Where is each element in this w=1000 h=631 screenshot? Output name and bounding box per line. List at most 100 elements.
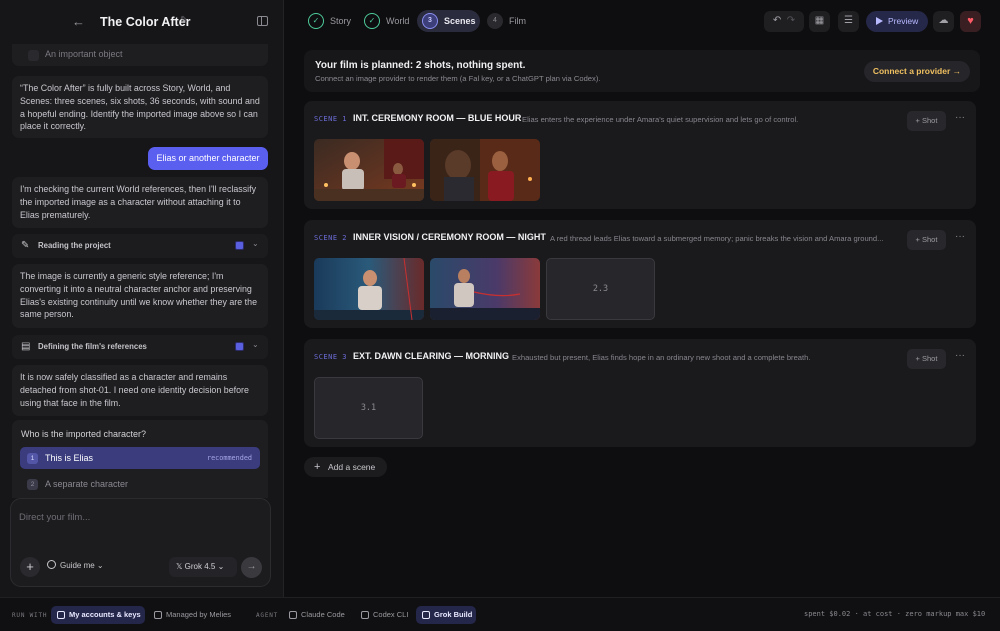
question-text: Who is the imported character?	[21, 429, 147, 439]
shot-thumbnail[interactable]	[430, 258, 540, 320]
chat-panel: ← The Color After ✎ An important object …	[0, 0, 284, 597]
sidebar-toggle-icon[interactable]	[257, 16, 268, 26]
guide-me-dropdown[interactable]: Guide me ⌄	[47, 560, 104, 570]
step-label: Defining the film's references	[38, 342, 147, 351]
chat-header: ← The Color After ✎	[0, 0, 284, 44]
option-label: This is Elias	[45, 453, 94, 463]
shot-image	[314, 258, 424, 320]
option-label: A separate character	[45, 479, 129, 489]
agent-grok-build[interactable]: Grok Build	[416, 606, 476, 624]
managed-label: Managed by Melies	[166, 610, 232, 619]
add-attachment-button[interactable]: +	[20, 557, 40, 577]
agent-claude-code[interactable]: Claude Code	[283, 606, 352, 624]
compass-icon	[47, 560, 56, 569]
option-number: 1	[27, 453, 38, 464]
step-reading-project[interactable]: ✎ Reading the project ⌄	[12, 234, 268, 258]
undo-icon[interactable]: ↶	[773, 15, 781, 26]
check-icon: ✓	[308, 13, 324, 29]
add-scene-label: Add a scene	[328, 462, 376, 472]
option-separate-character[interactable]: 2 A separate character	[20, 473, 260, 495]
key-icon	[57, 611, 65, 619]
film-icon: ▤	[21, 341, 31, 352]
undo-redo-group[interactable]: ↶ ↷	[764, 11, 804, 32]
plus-icon: +	[314, 461, 321, 473]
add-scene-button[interactable]: + Add a scene	[304, 457, 387, 477]
agent-codex-cli[interactable]: Codex CLI	[355, 606, 412, 624]
composer[interactable]: Direct your film... + Guide me ⌄ 𝕏 Grok …	[10, 498, 271, 587]
preview-button[interactable]: Preview	[866, 11, 928, 32]
tab-label: Film	[509, 16, 526, 26]
add-shot-button[interactable]: + Shot	[907, 349, 946, 369]
scene-label: SCENE 1	[314, 115, 348, 123]
scene-description: A red thread leads Elias toward a submer…	[550, 234, 884, 243]
model-selector[interactable]: 𝕏 Grok 4.5 ⌄	[169, 557, 237, 577]
tab-film[interactable]: 4 Film	[482, 10, 532, 32]
previous-option[interactable]: An important object	[12, 44, 268, 66]
step-defining-references[interactable]: ▤ Defining the film's references ⌄	[12, 335, 268, 359]
assistant-message: “The Color After” is fully built across …	[12, 76, 268, 138]
connect-provider-button[interactable]: Connect a provider →	[864, 61, 970, 82]
banner-subtitle: Connect an image provider to render them…	[315, 74, 601, 83]
shot-placeholder[interactable]: 3.1	[314, 377, 423, 439]
option-number: 2	[27, 479, 38, 490]
pencil-icon[interactable]: ✎	[180, 15, 188, 26]
tab-world[interactable]: ✓ World	[359, 10, 413, 32]
managed-button[interactable]: Managed by Melies	[148, 606, 240, 624]
redo-icon[interactable]: ↷	[787, 15, 795, 26]
grid-icon[interactable]: ▦	[809, 11, 830, 32]
option-this-is-elias[interactable]: 1 This is Elias recommended	[20, 447, 260, 469]
assistant-message: It is now safely classified as a charact…	[12, 365, 268, 416]
send-button[interactable]: →	[241, 557, 262, 578]
scene-card: SCENE 3 EXT. DAWN CLEARING — MORNING Exh…	[304, 339, 976, 447]
back-arrow-icon[interactable]: ←	[72, 14, 85, 29]
scene-heading[interactable]: EXT. DAWN CLEARING — MORNING	[353, 351, 509, 361]
spend-status: spent $0.02 · at cost · zero markup max …	[804, 610, 986, 618]
my-accounts-button[interactable]: My accounts & keys	[51, 606, 145, 624]
option-label: An important object	[45, 49, 123, 59]
shot-thumbnail[interactable]	[430, 139, 540, 201]
composer-input[interactable]: Direct your film...	[19, 512, 90, 523]
add-shot-button[interactable]: + Shot	[907, 230, 946, 250]
step-number: 4	[487, 13, 503, 29]
more-icon[interactable]: ···	[955, 112, 965, 123]
step-label: Reading the project	[38, 241, 111, 250]
chevron-down-icon[interactable]: ⌄	[252, 239, 259, 248]
shot-image	[430, 139, 540, 201]
scene-description: Elias enters the experience under Amara'…	[522, 115, 799, 124]
scene-description: Exhausted but present, Elias finds hope …	[512, 353, 811, 362]
tab-label: World	[386, 16, 410, 26]
tab-label: Scenes	[444, 16, 476, 26]
terminal-icon	[289, 611, 297, 619]
wrench-icon: ✎	[21, 240, 30, 251]
guide-label: Guide me	[60, 561, 95, 570]
scene-card: SCENE 2 INNER VISION / CEREMONY ROOM — N…	[304, 220, 976, 328]
scene-label: SCENE 2	[314, 234, 348, 242]
heart-icon[interactable]: ♥	[960, 11, 981, 32]
scene-heading[interactable]: INT. CEREMONY ROOM — BLUE HOUR	[353, 113, 521, 123]
more-icon[interactable]: ···	[955, 350, 965, 361]
add-shot-button[interactable]: + Shot	[907, 111, 946, 131]
shot-placeholder[interactable]: 2.3	[546, 258, 655, 320]
play-icon	[876, 17, 883, 25]
status-badge	[235, 342, 244, 351]
status-badge	[235, 241, 244, 250]
cloud-icon[interactable]: ☁	[933, 11, 954, 32]
my-accounts-label: My accounts & keys	[69, 610, 141, 619]
identity-question: Who is the imported character? 1 This is…	[12, 420, 268, 498]
agent-caption: AGENT	[256, 612, 279, 619]
scene-heading[interactable]: INNER VISION / CEREMONY ROOM — NIGHT	[353, 232, 546, 242]
user-message: Elias or another character	[148, 147, 268, 170]
preview-label: Preview	[888, 16, 919, 26]
shot-thumbnail[interactable]	[314, 258, 424, 320]
chevron-down-icon[interactable]: ⌄	[252, 340, 259, 349]
settings-icon[interactable]: ☰	[838, 11, 859, 32]
cloud-icon	[154, 611, 162, 619]
assistant-message: The image is currently a generic style r…	[12, 264, 268, 328]
tab-story[interactable]: ✓ Story	[303, 10, 355, 32]
tab-label: Story	[330, 16, 352, 26]
agent-label: Codex CLI	[373, 610, 409, 619]
more-icon[interactable]: ···	[955, 231, 965, 242]
recommended-tag: recommended	[206, 454, 252, 462]
tab-scenes[interactable]: 3 Scenes	[417, 10, 480, 32]
shot-thumbnail[interactable]	[314, 139, 424, 201]
